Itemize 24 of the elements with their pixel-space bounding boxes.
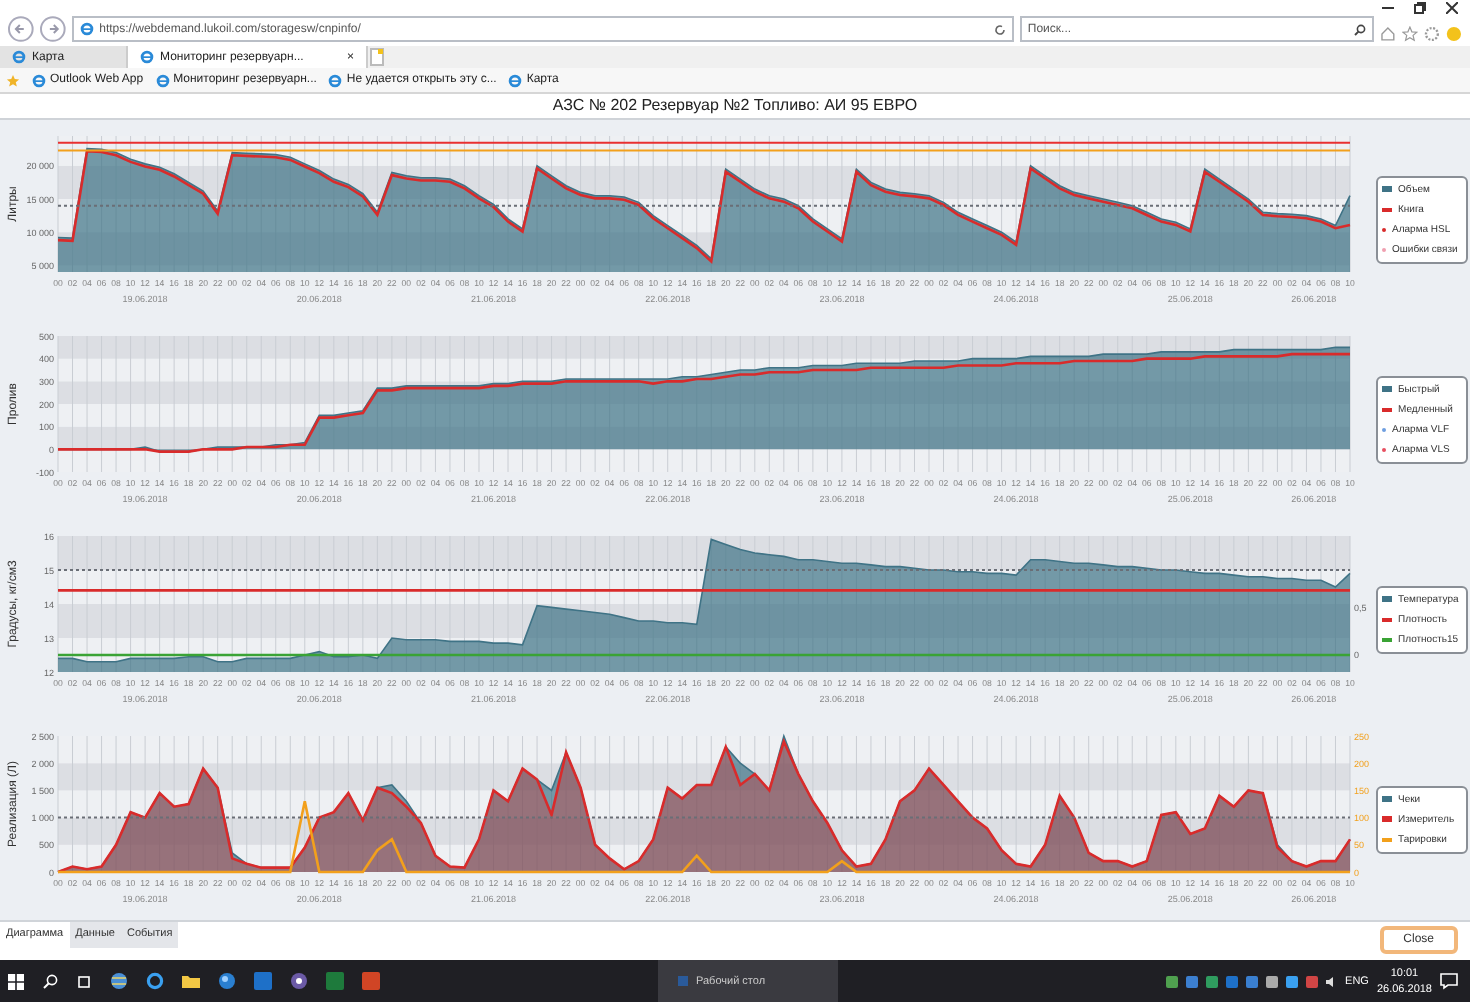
home-icon[interactable]: [1380, 26, 1397, 43]
folder-icon[interactable]: [182, 972, 200, 990]
windows-logo-icon[interactable]: [8, 973, 24, 989]
browser-logo-icon: [140, 50, 154, 65]
close-icon[interactable]: [1446, 2, 1458, 14]
settings-icon[interactable]: [1424, 26, 1441, 43]
task-view-icon[interactable]: [76, 973, 92, 989]
browser-icon[interactable]: [146, 972, 164, 990]
browser-logo-icon: [328, 73, 343, 88]
browser-logo-icon: [155, 73, 170, 88]
refresh-icon[interactable]: [993, 23, 1006, 36]
window-icon: [678, 976, 688, 986]
browser-logo-icon: [12, 50, 26, 65]
search-icon[interactable]: [42, 973, 58, 989]
speaker-icon[interactable]: [1325, 975, 1338, 987]
search-icon[interactable]: [1354, 23, 1367, 36]
notification-icon[interactable]: [1440, 972, 1458, 990]
browser-logo-icon: [32, 73, 46, 88]
browser-logo-icon: [508, 73, 523, 88]
browser-logo-icon: [79, 22, 94, 37]
star-icon[interactable]: [1402, 26, 1419, 43]
minimize-icon[interactable]: [1382, 2, 1394, 14]
favorites-star-icon[interactable]: [6, 73, 20, 88]
restore-icon[interactable]: [1414, 2, 1426, 14]
